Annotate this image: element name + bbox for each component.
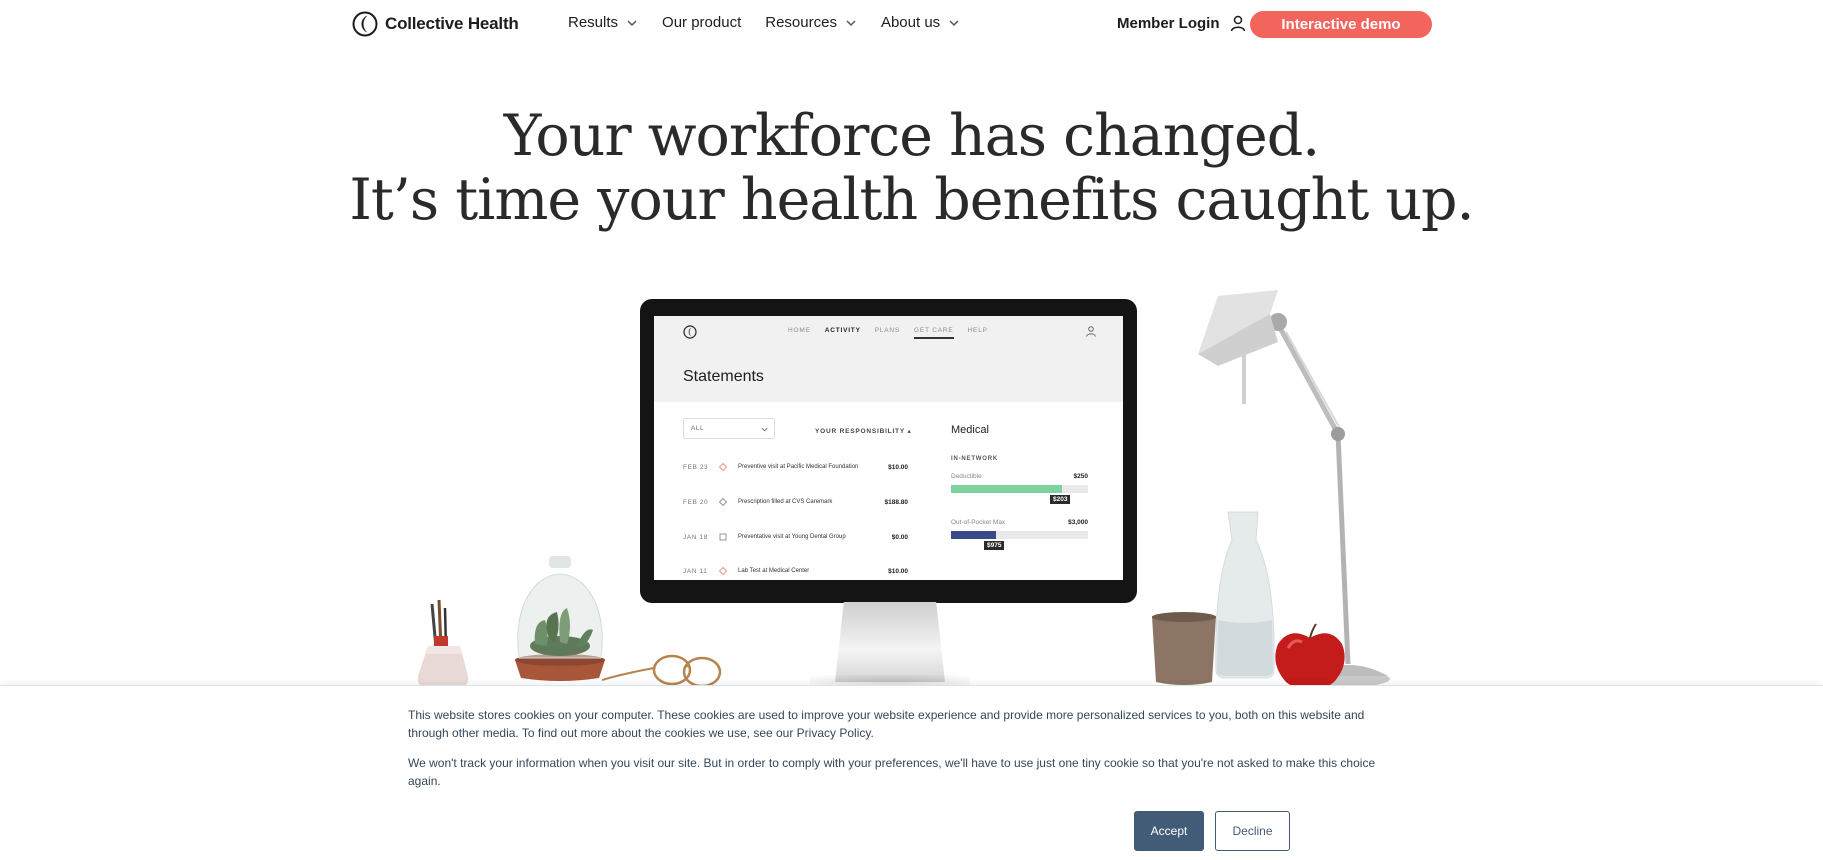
statement-amount: $10.00 [888, 464, 908, 471]
statement-row: FEB 23 Preventive visit at Pacific Medic… [683, 463, 908, 476]
hero-illustration: HOME ACTIVITY PLANS GET CARE HELP Statem… [410, 280, 1430, 690]
nav-about-us[interactable]: About us [881, 14, 960, 31]
statement-date: JAN 11 [683, 568, 708, 575]
eyeglasses-illustration [602, 654, 722, 688]
in-network-label: IN-NETWORK [951, 456, 998, 462]
oop-progress [951, 531, 1088, 539]
statement-description: Lab Test at Medical Center [738, 568, 810, 574]
carafe-illustration [1215, 511, 1275, 679]
app-nav: HOME ACTIVITY PLANS GET CARE HELP [788, 327, 988, 339]
statement-row: JAN 11 Lab Test at Medical Center $10.00 [683, 567, 908, 580]
oop-max: $3,000 [1068, 519, 1088, 526]
responsibility-column-header: YOUR RESPONSIBILITY ▴ [815, 428, 912, 435]
chevron-down-icon [627, 19, 637, 26]
app-nav-help: HELP [967, 327, 988, 334]
medical-cross-icon [719, 463, 727, 471]
main-nav: Results Our product Resources About us [568, 14, 960, 31]
nav-our-product[interactable]: Our product [662, 14, 741, 31]
statement-date: FEB 23 [683, 464, 709, 471]
oop-progress-fill [951, 531, 996, 539]
apple-illustration [1275, 623, 1345, 689]
app-nav-home: HOME [788, 327, 811, 334]
statement-row: FEB 20 Prescription filled at CVS Carema… [683, 498, 909, 511]
medical-title: Medical [951, 424, 989, 436]
statement-date: JAN 18 [683, 534, 708, 541]
terrarium-plant-illustration [515, 556, 605, 681]
app-logo-icon [683, 325, 697, 339]
user-icon [1230, 15, 1245, 32]
dental-icon [719, 533, 727, 541]
deductible-value-badge: $203 [1050, 495, 1071, 504]
nav-about-us-label: About us [880, 14, 941, 31]
statement-date: FEB 20 [683, 499, 709, 506]
accept-cookies-button[interactable]: Accept [1134, 811, 1204, 851]
statement-amount: $10.00 [888, 568, 908, 575]
site-header: Collective Health Results Our product Re… [0, 0, 1823, 50]
deductible-label: Deductible [951, 473, 982, 480]
statement-row: JAN 18 Preventative visit at Young Denta… [683, 533, 908, 546]
statement-amount: $0.00 [891, 534, 908, 541]
oop-value-badge: $975 [984, 541, 1005, 550]
statement-description: Preventative visit at Young Dental Group [738, 534, 846, 540]
chevron-down-icon [949, 19, 959, 26]
nav-results-label: Results [568, 14, 619, 31]
member-login-label: Member Login [1117, 14, 1220, 32]
nav-resources[interactable]: Resources [765, 14, 857, 31]
hero-line-2: It’s time your health benefits caught up… [349, 167, 1474, 233]
deductible-max: $250 [1073, 473, 1088, 480]
chevron-down-icon [846, 19, 856, 26]
oop-label: Out-of-Pocket Max [951, 519, 1006, 526]
hero-headline: Your workforce has changed. It’s time yo… [0, 104, 1823, 232]
user-icon [1086, 326, 1096, 337]
monitor-screen: HOME ACTIVITY PLANS GET CARE HELP Statem… [654, 316, 1123, 580]
app-nav-plans: PLANS [874, 327, 901, 334]
monitor: HOME ACTIVITY PLANS GET CARE HELP Statem… [640, 299, 1137, 603]
interactive-demo-button[interactable]: Interactive demo [1250, 11, 1432, 38]
medical-cross-icon [719, 567, 727, 575]
member-login-link[interactable]: Member Login [1117, 14, 1247, 32]
logo-mark-icon [352, 11, 378, 37]
nav-results[interactable]: Results [568, 14, 638, 31]
coffee-cup-illustration [1152, 612, 1216, 685]
statement-filter-value: ALL [691, 425, 705, 432]
brand-name: Collective Health [385, 14, 519, 33]
pen-cup-illustration [417, 599, 469, 688]
deductible-progress [951, 485, 1088, 493]
app-header: HOME ACTIVITY PLANS GET CARE HELP Statem… [654, 316, 1123, 402]
hero-line-1: Your workforce has changed. [503, 103, 1321, 169]
monitor-stand [835, 602, 945, 682]
statements-title: Statements [683, 368, 764, 385]
nav-resources-label: Resources [765, 14, 837, 31]
deductible-progress-fill [951, 485, 1062, 493]
app-nav-activity: ACTIVITY [824, 327, 861, 334]
nav-our-product-label: Our product [662, 14, 742, 31]
statement-description: Prescription filled at CVS Caremark [738, 499, 833, 505]
cookie-consent-banner: This website stores cookies on your comp… [0, 685, 1823, 860]
statement-filter: ALL [683, 418, 775, 439]
prescription-icon [719, 498, 727, 506]
statement-description: Preventive visit at Pacific Medical Foun… [738, 464, 859, 470]
brand-logo[interactable]: Collective Health [352, 11, 519, 37]
cookie-notice-text: This website stores cookies on your comp… [408, 708, 1365, 740]
chevron-down-icon [761, 427, 768, 432]
statement-amount: $188.80 [884, 499, 909, 506]
cookie-tracking-text: We won't track your information when you… [408, 756, 1376, 788]
app-nav-get-care: GET CARE [914, 327, 954, 339]
decline-cookies-button[interactable]: Decline [1215, 811, 1290, 851]
